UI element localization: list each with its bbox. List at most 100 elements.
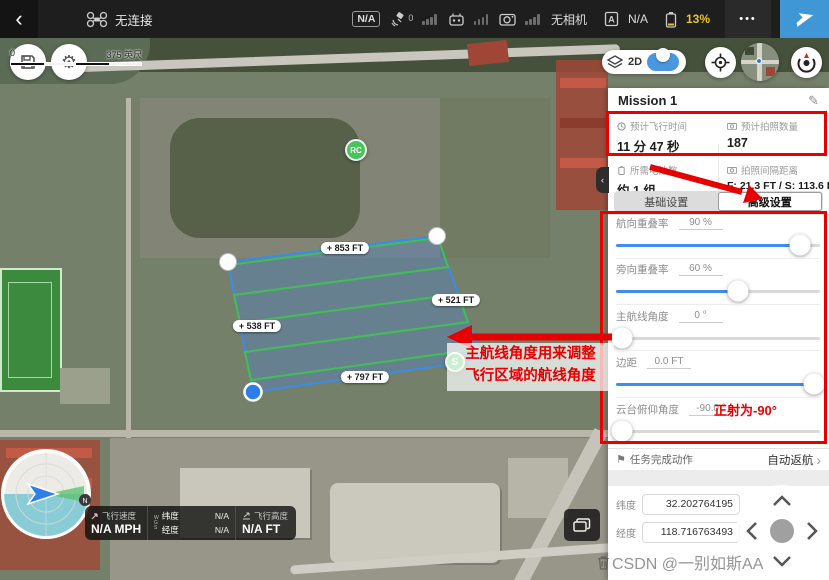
slider-value[interactable]: 60 %: [679, 263, 723, 276]
edge-length-chip-top[interactable]: + 853 FT: [321, 242, 369, 254]
more-menu-button[interactable]: •••: [725, 0, 771, 38]
stat-photo-count: 预计拍照数量 187: [718, 114, 829, 156]
slider-value[interactable]: 0 °: [679, 310, 723, 323]
map-terrain: [560, 118, 606, 128]
map-layers-button[interactable]: [564, 509, 600, 541]
edge-length-chip-right[interactable]: + 521 FT: [432, 294, 480, 306]
flight-mode-badge: N/A: [352, 11, 380, 27]
back-button[interactable]: ‹: [0, 0, 38, 38]
stat-flight-time: 预计飞行时间 11 分 47 秒: [608, 114, 718, 156]
map-scale-bar: 0 375 英尺: [10, 48, 142, 66]
area-corner-handle-selected[interactable]: [245, 384, 262, 401]
slider-value[interactable]: -90.0 °: [689, 403, 733, 416]
rc-location-marker: RC: [345, 139, 367, 161]
finish-action-row[interactable]: ⚑ 任务完成动作 自动返航 ›: [608, 448, 829, 470]
telemetry-speed: 飞行速度 N/A MPH: [85, 506, 147, 540]
speed-arrow-icon: [91, 512, 99, 520]
longitude-input[interactable]: [642, 522, 740, 543]
clock-icon: [617, 122, 626, 131]
slider-knob[interactable]: [789, 235, 810, 256]
slider-track[interactable]: [616, 244, 820, 247]
telemetry-bar: 飞行速度 N/A MPH WGS 纬度N/A 经度N/A 飞行高度 N/A FT: [85, 506, 296, 540]
slider-row-margin: 边距 0.0 FT: [616, 353, 820, 397]
toggle-knob: [656, 48, 670, 62]
map-terrain: [126, 98, 131, 438]
slider-row-front-overlap: 航向重叠率90 %: [616, 214, 820, 258]
minimap-thumbnail[interactable]: [741, 43, 779, 81]
crosshair-icon: [711, 53, 730, 72]
compass-reset-button[interactable]: [791, 47, 822, 78]
map-terrain: [60, 368, 110, 404]
camera-icon: [727, 122, 737, 130]
chevron-right-icon: ›: [816, 452, 821, 468]
row-divider: [616, 304, 820, 305]
gps-signal-bars: [422, 14, 437, 25]
map-terrain: [560, 158, 606, 168]
camera-icon: [727, 166, 737, 174]
slider-label: 云台俯仰角度: [616, 402, 679, 417]
slider-row-route-angle: 主航线角度 0 °: [616, 307, 820, 351]
slider-track[interactable]: [616, 290, 820, 293]
altitude-icon: [242, 512, 251, 520]
north-indicator: N: [82, 498, 87, 505]
latitude-label: 纬度: [616, 497, 642, 512]
scale-start-label: 0: [10, 48, 15, 61]
slider-knob[interactable]: [728, 281, 749, 302]
edit-mission-icon[interactable]: ✎: [808, 93, 819, 109]
finish-action-value: 自动返航: [767, 452, 813, 468]
nudge-dpad: [735, 484, 829, 580]
connection-status-label: 无连接: [115, 10, 153, 29]
settings-tabs: 基础设置 高级设置: [614, 191, 823, 212]
scale-end-label: 375 英尺: [106, 48, 142, 61]
camera-signal-bars: [525, 14, 540, 25]
panel-collapse-tab[interactable]: ‹: [596, 167, 609, 193]
camera-icon: [499, 13, 516, 26]
slider-track[interactable]: [616, 383, 820, 386]
gps-count: 0: [408, 13, 413, 23]
battery-percent: 13%: [686, 12, 710, 26]
app-screen: + 853 FT + 521 FT + 538 FT + 797 FT RC S…: [0, 0, 829, 580]
slider-knob[interactable]: [612, 328, 633, 349]
map-terrain: [467, 40, 509, 66]
edge-length-chip-bottom[interactable]: + 797 FT: [341, 371, 389, 383]
takeoff-button[interactable]: [780, 0, 829, 38]
flight-area-polygon[interactable]: [228, 236, 482, 392]
map-mode-pill: 2D: [602, 50, 686, 74]
compass-icon: [796, 52, 817, 73]
slider-row-side-overlap: 旁向重叠率60 %: [616, 260, 820, 304]
map-2d-toggle[interactable]: [647, 53, 679, 71]
slider-label: 主航线角度: [616, 309, 669, 324]
top-status-bar: ‹ 无连接 N/A 0 无相机 A N/A 13% •••: [0, 0, 829, 38]
slider-value[interactable]: 90 %: [679, 217, 723, 230]
slider-knob[interactable]: [612, 421, 633, 442]
remote-controller-icon: [448, 12, 465, 26]
latitude-input[interactable]: [642, 494, 740, 515]
dpad-center-button[interactable]: [770, 519, 794, 543]
row-divider: [616, 397, 820, 398]
telemetry-coords: WGS 纬度N/A 经度N/A: [147, 506, 235, 540]
checklist-icon: A: [604, 11, 619, 27]
slider-value[interactable]: 0.0 FT: [647, 356, 691, 369]
battery-icon: [665, 11, 677, 28]
edge-length-chip-left[interactable]: + 538 FT: [233, 320, 281, 332]
slider-label: 边距: [616, 355, 637, 370]
layers-icon: [607, 55, 623, 69]
slider-knob[interactable]: [803, 374, 824, 395]
slider-track[interactable]: [616, 430, 820, 433]
takeoff-airplane-icon: [794, 9, 816, 29]
locate-me-button[interactable]: [705, 47, 736, 78]
slider-track[interactable]: [616, 337, 820, 340]
row-divider: [616, 258, 820, 259]
map-terrain: [8, 282, 52, 378]
map-terrain: [440, 98, 550, 258]
camera-status-label: 无相机: [551, 11, 587, 28]
connection-status: 无连接: [86, 10, 153, 29]
battery-icon: [617, 166, 626, 175]
drone-icon: [86, 11, 108, 28]
route-start-marker: S: [445, 352, 465, 372]
tab-basic-settings[interactable]: 基础设置: [615, 192, 718, 211]
tab-advanced-settings[interactable]: 高级设置: [718, 192, 823, 211]
svg-text:A: A: [608, 15, 615, 25]
attitude-compass: N: [0, 448, 94, 547]
finish-action-label: 任务完成动作: [630, 452, 693, 467]
